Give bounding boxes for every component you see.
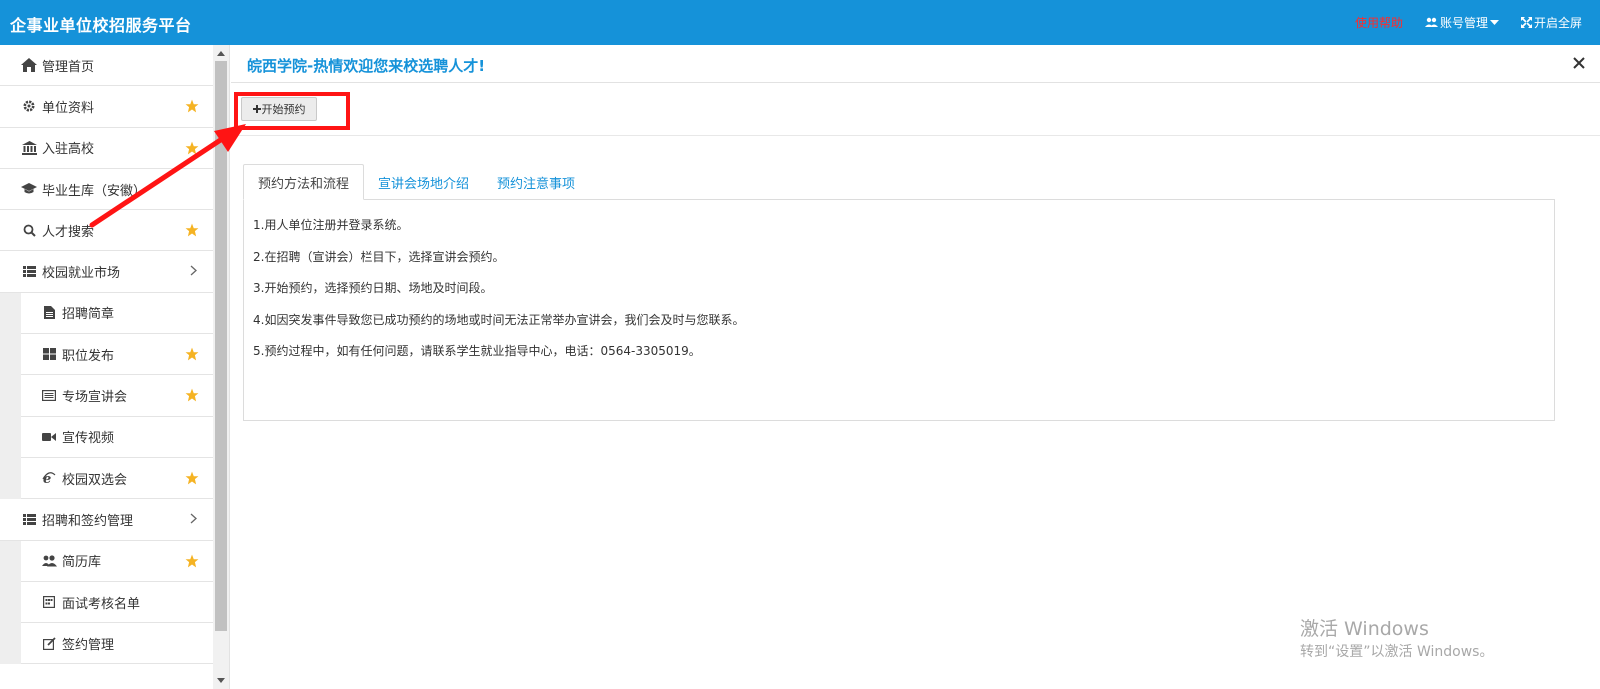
- tab-panel: 1.用人单位注册并登录系统。 2.在招聘（宣讲会）栏目下，选择宣讲会预约。 3.…: [243, 199, 1555, 421]
- sidebar-item-talent-search[interactable]: 人才搜索: [0, 210, 213, 252]
- tab-venue-intro[interactable]: 宣讲会场地介绍: [364, 164, 483, 200]
- caret-down-icon: [1489, 19, 1499, 25]
- sidebar-item-presentation[interactable]: 专场宣讲会: [21, 375, 213, 417]
- sidebar-menu: 管理首页 单位资料 入驻高校 毕业生库（安徽） 人才搜索 校园就业市场 招聘简章…: [0, 45, 213, 665]
- star-icon: [185, 347, 199, 365]
- gear-icon: [21, 98, 37, 114]
- sidebar-item-label: 校园双选会: [62, 472, 128, 488]
- app-brand: 企事业单位校招服务平台: [10, 16, 192, 35]
- instruction-line: 3.开始预约，选择预约日期、场地及时间段。: [253, 281, 493, 295]
- sidebar-item-label: 校园就业市场: [42, 266, 121, 282]
- expand-icon: [1520, 17, 1532, 28]
- sidebar-item-label: 简历库: [62, 555, 102, 571]
- watermark-line1: 激活 Windows: [1300, 618, 1429, 640]
- list-icon: [21, 511, 37, 527]
- sidebar-item-label: 人才搜索: [42, 224, 95, 240]
- tab-method-process[interactable]: 预约方法和流程: [243, 164, 365, 200]
- fullscreen-button[interactable]: 开启全屏: [1520, 14, 1582, 31]
- tab-bar: 预约方法和流程 宣讲会场地介绍 预约注意事项: [243, 164, 589, 200]
- sidebar-item-label: 职位发布: [62, 348, 115, 364]
- sidebar-item-job-fair[interactable]: e 校园双选会: [21, 457, 213, 500]
- ie-icon: e: [41, 470, 57, 486]
- instruction-line: 4.如因突发事件导致您已成功预约的场地或时间无法正常举办宣讲会，我们会及时与您联…: [253, 312, 745, 327]
- star-icon: [185, 99, 199, 117]
- scroll-down-arrow[interactable]: [217, 678, 225, 683]
- start-reservation-button[interactable]: 开始预约: [241, 97, 317, 121]
- star-icon: [185, 223, 199, 241]
- sidebar-item-universities[interactable]: 入驻高校: [0, 127, 213, 169]
- scroll-up-arrow[interactable]: [217, 51, 225, 56]
- instruction-line: 5.预约过程中，如有任何问题，请联系学生就业指导中心，电话：0564-33050…: [253, 344, 701, 358]
- instruction-line: 1.用人单位注册并登录系统。: [253, 218, 409, 232]
- sidebar-scrollbar[interactable]: [213, 45, 229, 689]
- users-icon: [41, 553, 57, 569]
- sidebar-item-home[interactable]: 管理首页: [0, 45, 213, 87]
- start-reservation-label: 开始预约: [261, 103, 306, 116]
- file-icon: [41, 305, 57, 321]
- star-icon: [185, 141, 199, 159]
- sidebar-item-contract-manage[interactable]: 签约管理: [21, 623, 213, 665]
- sidebar-item-campus-market[interactable]: 校园就业市场: [0, 251, 213, 293]
- account-menu-label: 账号管理: [1439, 16, 1488, 30]
- close-icon[interactable]: [1572, 56, 1586, 70]
- windows-activation-watermark: 激活 Windows 转到“设置”以激活 Windows。: [1300, 618, 1493, 663]
- users-icon: [1424, 17, 1438, 27]
- sidebar-item-job-posting[interactable]: 职位发布: [21, 334, 213, 376]
- sidebar-item-label: 面试考核名单: [62, 596, 141, 612]
- help-link[interactable]: 使用帮助: [1355, 14, 1403, 31]
- sidebar-item-promo-video[interactable]: 宣传视频: [21, 416, 213, 458]
- sidebar-item-label: 宣传视频: [62, 431, 115, 447]
- graduation-cap-icon: [21, 181, 37, 197]
- sidebar-item-company-profile[interactable]: 单位资料: [0, 86, 213, 128]
- video-icon: [41, 429, 57, 445]
- sidebar-item-label: 管理首页: [42, 59, 95, 75]
- instruction-line: 2.在招聘（宣讲会）栏目下，选择宣讲会预约。: [253, 249, 505, 264]
- main-content: 皖西学院-热情欢迎您来校选聘人才! 开始预约 预约方法和流程 宣讲会场地介绍 预…: [231, 45, 1600, 689]
- card-icon: [41, 388, 57, 404]
- sidebar-item-label: 签约管理: [62, 637, 115, 653]
- sidebar-item-resume-library[interactable]: 简历库: [21, 540, 213, 582]
- calendar-icon: [41, 594, 57, 610]
- toolbar: 开始预约: [231, 84, 1600, 136]
- sidebar-item-interview-list[interactable]: 面试考核名单: [21, 581, 213, 624]
- edit-icon: [41, 635, 57, 651]
- list-icon: [21, 264, 37, 280]
- sidebar-item-label: 毕业生库（安徽）: [42, 183, 147, 199]
- sidebar-item-label: 单位资料: [42, 100, 95, 116]
- plus-icon: [252, 105, 261, 113]
- scroll-thumb[interactable]: [215, 61, 227, 631]
- chevron-right-icon: [190, 513, 197, 528]
- star-icon: [185, 388, 199, 406]
- star-icon: [185, 471, 199, 489]
- chevron-right-icon: [190, 265, 197, 280]
- page-title: 皖西学院-热情欢迎您来校选聘人才!: [247, 57, 486, 75]
- home-icon: [21, 57, 37, 73]
- sidebar-item-graduates[interactable]: 毕业生库（安徽）: [0, 168, 213, 211]
- sidebar-item-label: 入驻高校: [42, 142, 95, 158]
- account-menu[interactable]: 账号管理: [1424, 14, 1499, 31]
- sidebar-item-label: 专场宣讲会: [62, 390, 128, 406]
- watermark-line2: 转到“设置”以激活 Windows。: [1300, 644, 1494, 660]
- submenu-campus-market: 招聘简章 职位发布 专场宣讲会 宣传视频 e 校园双选会: [0, 292, 213, 500]
- bank-icon: [21, 140, 37, 156]
- star-icon: [185, 554, 199, 572]
- fullscreen-label: 开启全屏: [1533, 16, 1582, 30]
- grid-icon: [41, 346, 57, 362]
- sidebar: 管理首页 单位资料 入驻高校 毕业生库（安徽） 人才搜索 校园就业市场 招聘简章…: [0, 45, 230, 689]
- top-actions: 使用帮助 账号管理 开启全屏: [1355, 14, 1582, 31]
- sidebar-item-label: 招聘简章: [62, 307, 115, 323]
- content-title-bar: 皖西学院-热情欢迎您来校选聘人才!: [231, 45, 1600, 83]
- search-icon: [21, 222, 37, 238]
- sidebar-item-label: 招聘和签约管理: [42, 513, 134, 529]
- sidebar-item-recruitment-brochure[interactable]: 招聘简章: [21, 292, 213, 335]
- sidebar-item-recruit-sign-manage[interactable]: 招聘和签约管理: [0, 499, 213, 541]
- submenu-recruit-sign: 简历库 面试考核名单 签约管理: [0, 540, 213, 665]
- top-bar: 企事业单位校招服务平台 使用帮助 账号管理 开启全屏: [0, 0, 1600, 45]
- tab-notes[interactable]: 预约注意事项: [483, 164, 589, 200]
